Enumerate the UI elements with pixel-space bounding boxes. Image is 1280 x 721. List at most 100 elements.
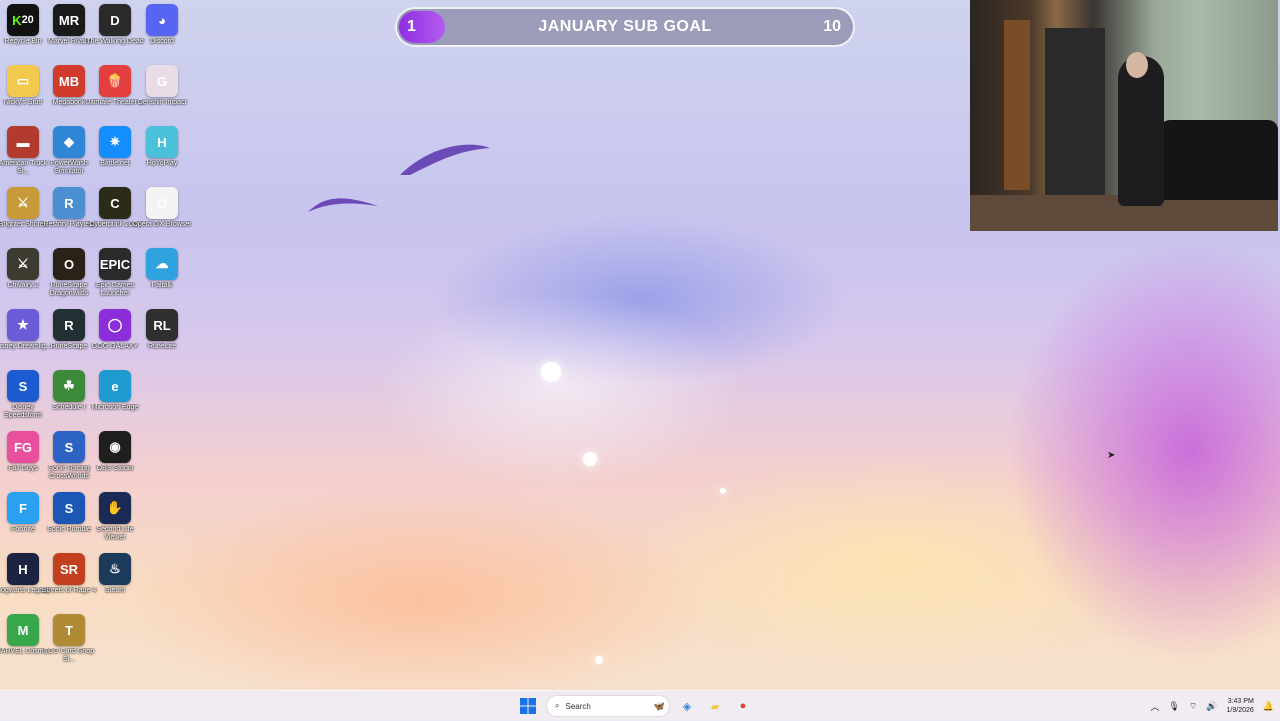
taskbar: ⌕ Search 🦋 ◈ ▰ ● ︿ 🎙 ⌔ 🔊 3:43 PM 1/9/2026 … xyxy=(0,690,1280,721)
webcam-bed xyxy=(1160,120,1278,200)
desktop-icon-label: Steam xyxy=(104,587,126,594)
volume-icon[interactable]: 🔊 xyxy=(1206,701,1217,712)
chivalry-icon: ⚔ xyxy=(7,248,39,280)
fortnite-icon: F xyxy=(7,492,39,524)
paltalk-icon: ☁ xyxy=(146,248,178,280)
webcam-person-head xyxy=(1126,52,1148,78)
desktop-icon-label: Genshin Impact xyxy=(137,99,187,106)
desktop-icon-label: TCG Card Shop Si... xyxy=(43,648,95,663)
edge-icon: e xyxy=(99,370,131,402)
runescape-icon: R xyxy=(53,309,85,341)
birds-decoration xyxy=(308,144,490,212)
epic-games-icon: EPIC xyxy=(99,248,131,280)
runelite-icon: RL xyxy=(146,309,178,341)
gog-galaxy-icon: ◯ xyxy=(99,309,131,341)
glow-orb xyxy=(720,488,726,494)
genshin-icon: G xyxy=(146,65,178,97)
copilot-icon[interactable]: ◈ xyxy=(676,695,698,717)
bird-small xyxy=(308,198,378,212)
second-life-icon: ✋ xyxy=(99,492,131,524)
desktop-icon[interactable]: ◕ Discord xyxy=(139,4,185,46)
desktop-icon[interactable]: H HoYoPlay xyxy=(139,126,185,168)
windows-logo-icon xyxy=(520,698,536,714)
desktop-icon-label: Microsoft Edge xyxy=(91,404,139,411)
hogwarts-icon: H xyxy=(7,553,39,585)
brighter-shores-icon: ⚔ xyxy=(7,187,39,219)
clock-time: 3:43 PM xyxy=(1227,698,1254,705)
steam-icon: ♨ xyxy=(99,553,131,585)
battlenet-icon: ✷ xyxy=(99,126,131,158)
truck-icon: ▬ xyxy=(7,126,39,158)
glow-orb xyxy=(541,362,561,382)
desktop-icon[interactable]: T TCG Card Shop Si... xyxy=(44,614,94,664)
sonic-rumble-icon: S xyxy=(53,492,85,524)
speedstorm-icon: S xyxy=(7,370,39,402)
sub-goal-title: JANUARY SUB GOAL xyxy=(538,18,712,35)
microphone-icon[interactable]: 🎙 xyxy=(1168,701,1179,712)
discord-icon: ◕ xyxy=(146,4,178,36)
taskbar-search[interactable]: ⌕ Search 🦋 xyxy=(546,695,670,717)
streets-of-rage-icon: SR xyxy=(53,553,85,585)
marvel-cosmic-icon: M xyxy=(7,614,39,646)
walking-dead-icon: D xyxy=(99,4,131,36)
powerwash-icon: ◆ xyxy=(53,126,85,158)
sub-goal-widget: 1 JANUARY SUB GOAL 10 xyxy=(395,7,855,47)
marvel-rivals-icon: MR xyxy=(53,4,85,36)
clock-date: 1/9/2026 xyxy=(1226,707,1254,714)
tcg-card-shop-icon: T xyxy=(53,614,85,646)
kick-20-icon: K 20 xyxy=(7,4,39,36)
desktop-icon[interactable]: O Opera GX Browser xyxy=(132,187,192,229)
search-placeholder: Search xyxy=(565,701,591,711)
file-explorer-icon[interactable]: ▰ xyxy=(704,695,726,717)
bird-large xyxy=(400,144,490,175)
dragonwilds-icon: O xyxy=(53,248,85,280)
chevron-up-icon[interactable]: ︿ xyxy=(1150,700,1159,713)
desktop-icon[interactable]: RL RuneLite xyxy=(139,309,185,351)
desktop-icon-label: Opera GX Browser xyxy=(132,221,192,228)
glow-orb xyxy=(583,452,597,466)
kick-glyph: K xyxy=(12,12,22,28)
desktop-icon[interactable]: S Sonic Racing CrossWorlds xyxy=(46,431,92,481)
webcam-shelf xyxy=(1045,28,1105,198)
webcam-door xyxy=(1004,20,1030,190)
desktop-icon[interactable]: e Microsoft Edge xyxy=(92,370,138,412)
desktop-icon-label: Paltalk xyxy=(151,282,173,289)
search-highlight-icon: 🦋 xyxy=(653,700,665,711)
schedule-icon: ☘ xyxy=(53,370,85,402)
sonic-racing-icon: S xyxy=(53,431,85,463)
popcorn-icon: 🍿 xyxy=(99,65,131,97)
desktop-icon-label: HoYoPlay xyxy=(146,160,178,167)
megabonk-icon: MB xyxy=(53,65,85,97)
desktop-icon-label: Second Life Viewer xyxy=(96,526,134,541)
desktop-icon[interactable]: ♨ Steam xyxy=(92,553,138,595)
folder-icon: ▭ xyxy=(7,65,39,97)
desktop-icon-grid: K 20 Recycle Bin ▭ Nicky's Stuff ▬ American Tr… xyxy=(0,0,192,680)
obs-icon: ◉ xyxy=(99,431,131,463)
disney-dreamlight-icon: ★ xyxy=(7,309,39,341)
desktop-icon[interactable]: EPIC Epic Games Launcher xyxy=(92,248,138,298)
search-icon: ⌕ xyxy=(555,701,560,710)
taskbar-center: ⌕ Search 🦋 ◈ ▰ ● xyxy=(516,691,754,721)
desktop-icon[interactable]: ☁ Paltalk xyxy=(139,248,185,290)
desktop-icon[interactable]: ◆ PowerWash Simulator xyxy=(46,126,92,176)
cyberpunk-icon: C xyxy=(99,187,131,219)
clock[interactable]: 3:43 PM 1/9/2026 xyxy=(1227,697,1254,715)
desktop-icon[interactable]: S Disney Speedstorm xyxy=(0,370,46,420)
start-button[interactable] xyxy=(516,694,540,718)
fall-guys-icon: FG xyxy=(7,431,39,463)
webcam-person xyxy=(1118,56,1164,206)
webcam-overlay xyxy=(970,0,1278,231)
desktop-icon-label: OBS Studio xyxy=(96,465,134,472)
wifi-icon[interactable]: ⌔ xyxy=(1189,701,1197,712)
kick-badge: 20 xyxy=(21,14,34,26)
desktop-icon[interactable]: ✋ Second Life Viewer xyxy=(92,492,138,542)
taskbar-apps: ◈ ▰ ● xyxy=(676,695,754,717)
notification-bell-icon[interactable]: 🔔 xyxy=(1263,701,1274,712)
restory-icon: R xyxy=(53,187,85,219)
desktop-icon[interactable]: ◉ OBS Studio xyxy=(92,431,138,473)
opera-gx-icon: O xyxy=(146,187,178,219)
desktop-icon[interactable]: G Genshin Impact xyxy=(137,65,187,107)
desktop-icon-label: RuneLite xyxy=(147,343,177,350)
mouse-cursor-icon: ➤ xyxy=(1107,450,1116,461)
chrome-icon[interactable]: ● xyxy=(732,695,754,717)
